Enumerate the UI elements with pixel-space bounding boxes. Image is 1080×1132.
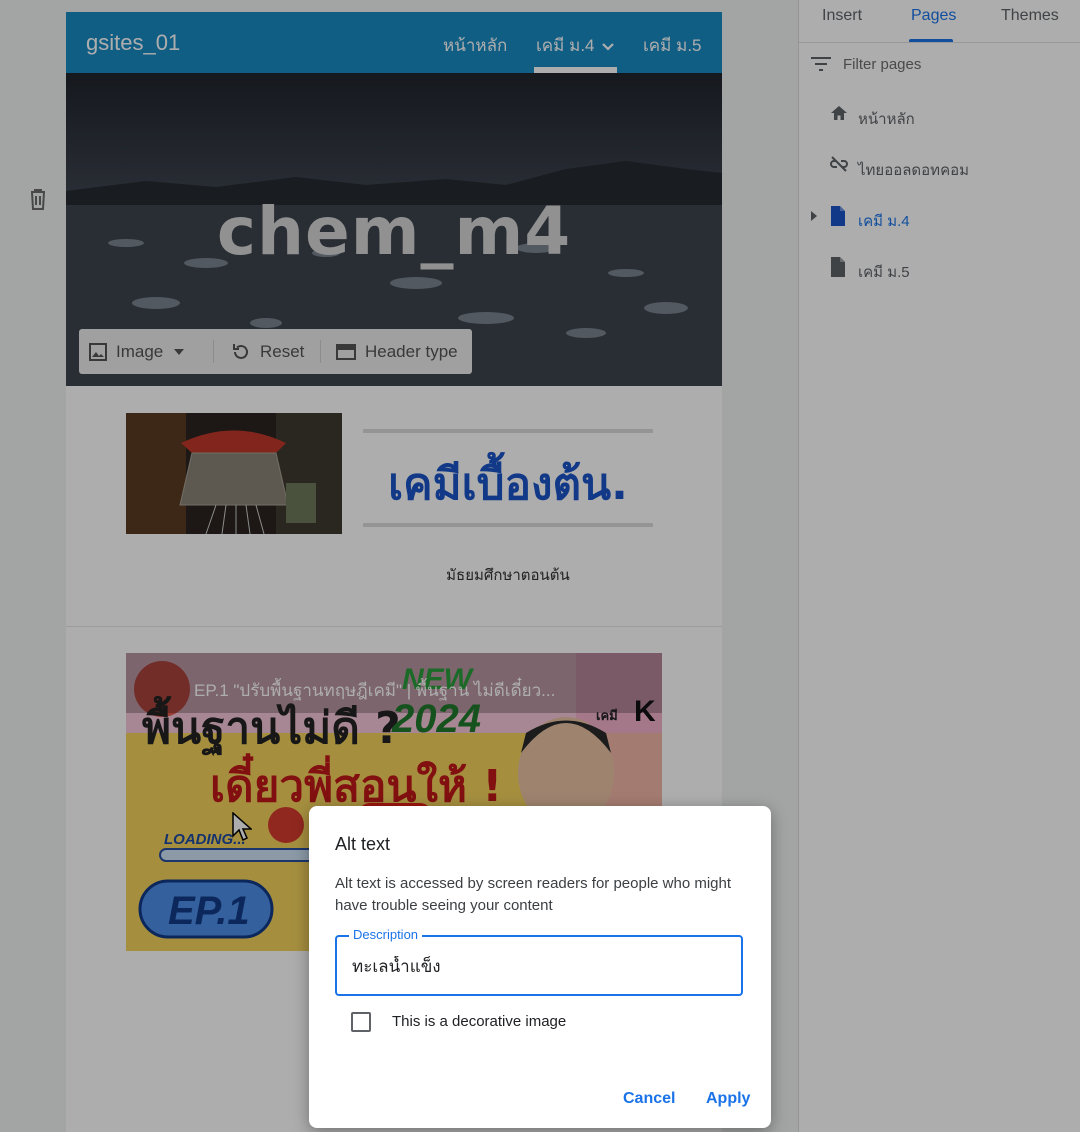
apply-button[interactable]: Apply [706,1090,750,1108]
dialog-title: Alt text [335,834,391,854]
decorative-image-label[interactable]: This is a decorative image [392,1013,566,1030]
cancel-button[interactable]: Cancel [623,1090,675,1108]
decorative-image-checkbox[interactable] [351,1012,371,1032]
dialog-description: Alt text is accessed by screen readers f… [335,875,732,914]
description-field[interactable]: Description [335,927,743,996]
description-input[interactable] [352,956,722,976]
alt-text-dialog: Alt text Alt text is accessed by screen … [309,806,771,1128]
description-field-label: Description [349,927,423,942]
